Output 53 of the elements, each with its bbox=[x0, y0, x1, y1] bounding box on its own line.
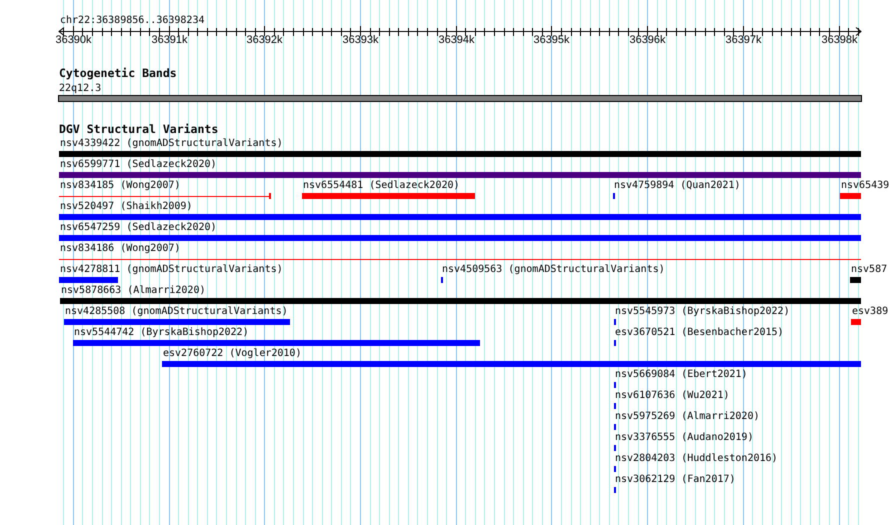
variant-label: esv389 bbox=[852, 306, 888, 318]
track-title: Cytogenetic Bands bbox=[59, 67, 177, 80]
variant-line[interactable] bbox=[59, 256, 861, 262]
variant-label: nsv65439 bbox=[841, 180, 890, 192]
variant-label: nsv2804203 (Huddleston2016) bbox=[615, 453, 778, 465]
variant-bar[interactable] bbox=[840, 193, 861, 199]
variant-label: nsv6107636 (Wu2021) bbox=[615, 390, 730, 402]
location-label: chr22:36389856..36398234 bbox=[60, 15, 204, 27]
variant-bar[interactable] bbox=[59, 214, 861, 220]
ruler-tick-label: 36393k bbox=[342, 34, 379, 47]
variant-label: nsv834185 (Wong2007) bbox=[60, 180, 180, 192]
variant-label: nsv4759894 (Quan2021) bbox=[614, 180, 740, 192]
variant-label: nsv4339422 (gnomADStructuralVariants) bbox=[60, 138, 283, 150]
ruler-tick-label: 36392k bbox=[246, 34, 283, 47]
variant-bar[interactable] bbox=[60, 298, 861, 304]
track-title: DGV Structural Variants bbox=[59, 123, 218, 136]
variant-bar[interactable] bbox=[302, 193, 475, 199]
band-label: 22q12.3 bbox=[59, 82, 102, 95]
variant-label: nsv6599771 (Sedlazeck2020) bbox=[60, 159, 217, 171]
variant-label: esv3670521 (Besenbacher2015) bbox=[615, 327, 784, 339]
variant-bar[interactable] bbox=[851, 319, 861, 325]
variant-label: nsv5669084 (Ebert2021) bbox=[615, 369, 748, 381]
variant-label: nsv834186 (Wong2007) bbox=[60, 243, 180, 255]
variant-bar[interactable] bbox=[64, 319, 290, 325]
variant-bar[interactable] bbox=[59, 235, 861, 241]
ruler-tick-label: 36394k bbox=[438, 34, 475, 47]
variant-label: nsv520497 (Shaikh2009) bbox=[60, 201, 192, 213]
variant-line[interactable] bbox=[59, 193, 271, 199]
variant-bar[interactable] bbox=[59, 151, 861, 157]
variant-label: nsv6547259 (Sedlazeck2020) bbox=[60, 222, 217, 234]
variant-label: esv2760722 (Vogler2010) bbox=[163, 348, 302, 360]
variant-label: nsv5975269 (Almarri2020) bbox=[615, 411, 760, 423]
ruler-tick-label: 36397k bbox=[725, 34, 762, 47]
variant-bar[interactable] bbox=[73, 340, 480, 346]
variant-label: nsv587 bbox=[851, 264, 888, 276]
variant-bar[interactable] bbox=[850, 277, 861, 283]
variant-label: nsv3062129 (Fan2017) bbox=[615, 474, 736, 486]
variant-label: nsv4278811 (gnomADStructuralVariants) bbox=[60, 264, 283, 276]
variant-label: nsv3376555 (Audano2019) bbox=[615, 432, 754, 444]
variant-label: nsv5878663 (Almarri2020) bbox=[61, 285, 206, 297]
variant-label: nsv4285508 (gnomADStructuralVariants) bbox=[65, 306, 288, 318]
ruler-tick-label: 36395k bbox=[533, 34, 570, 47]
variant-bar[interactable] bbox=[59, 172, 861, 178]
ruler-tick-label: 36391k bbox=[151, 34, 188, 47]
ruler-tick-label: 36396k bbox=[629, 34, 666, 47]
ruler-tick-label: 36398k bbox=[821, 34, 858, 47]
variant-label: nsv5544742 (ByrskaBishop2022) bbox=[74, 327, 249, 339]
variant-label: nsv5545973 (ByrskaBishop2022) bbox=[615, 306, 790, 318]
variant-label: nsv4509563 (gnomADStructuralVariants) bbox=[442, 264, 665, 276]
variant-bar[interactable] bbox=[59, 277, 118, 283]
ruler-tick-label: 36390k bbox=[55, 34, 92, 47]
variant-label: nsv6554481 (Sedlazeck2020) bbox=[303, 180, 460, 192]
variant-bar[interactable] bbox=[162, 361, 861, 367]
